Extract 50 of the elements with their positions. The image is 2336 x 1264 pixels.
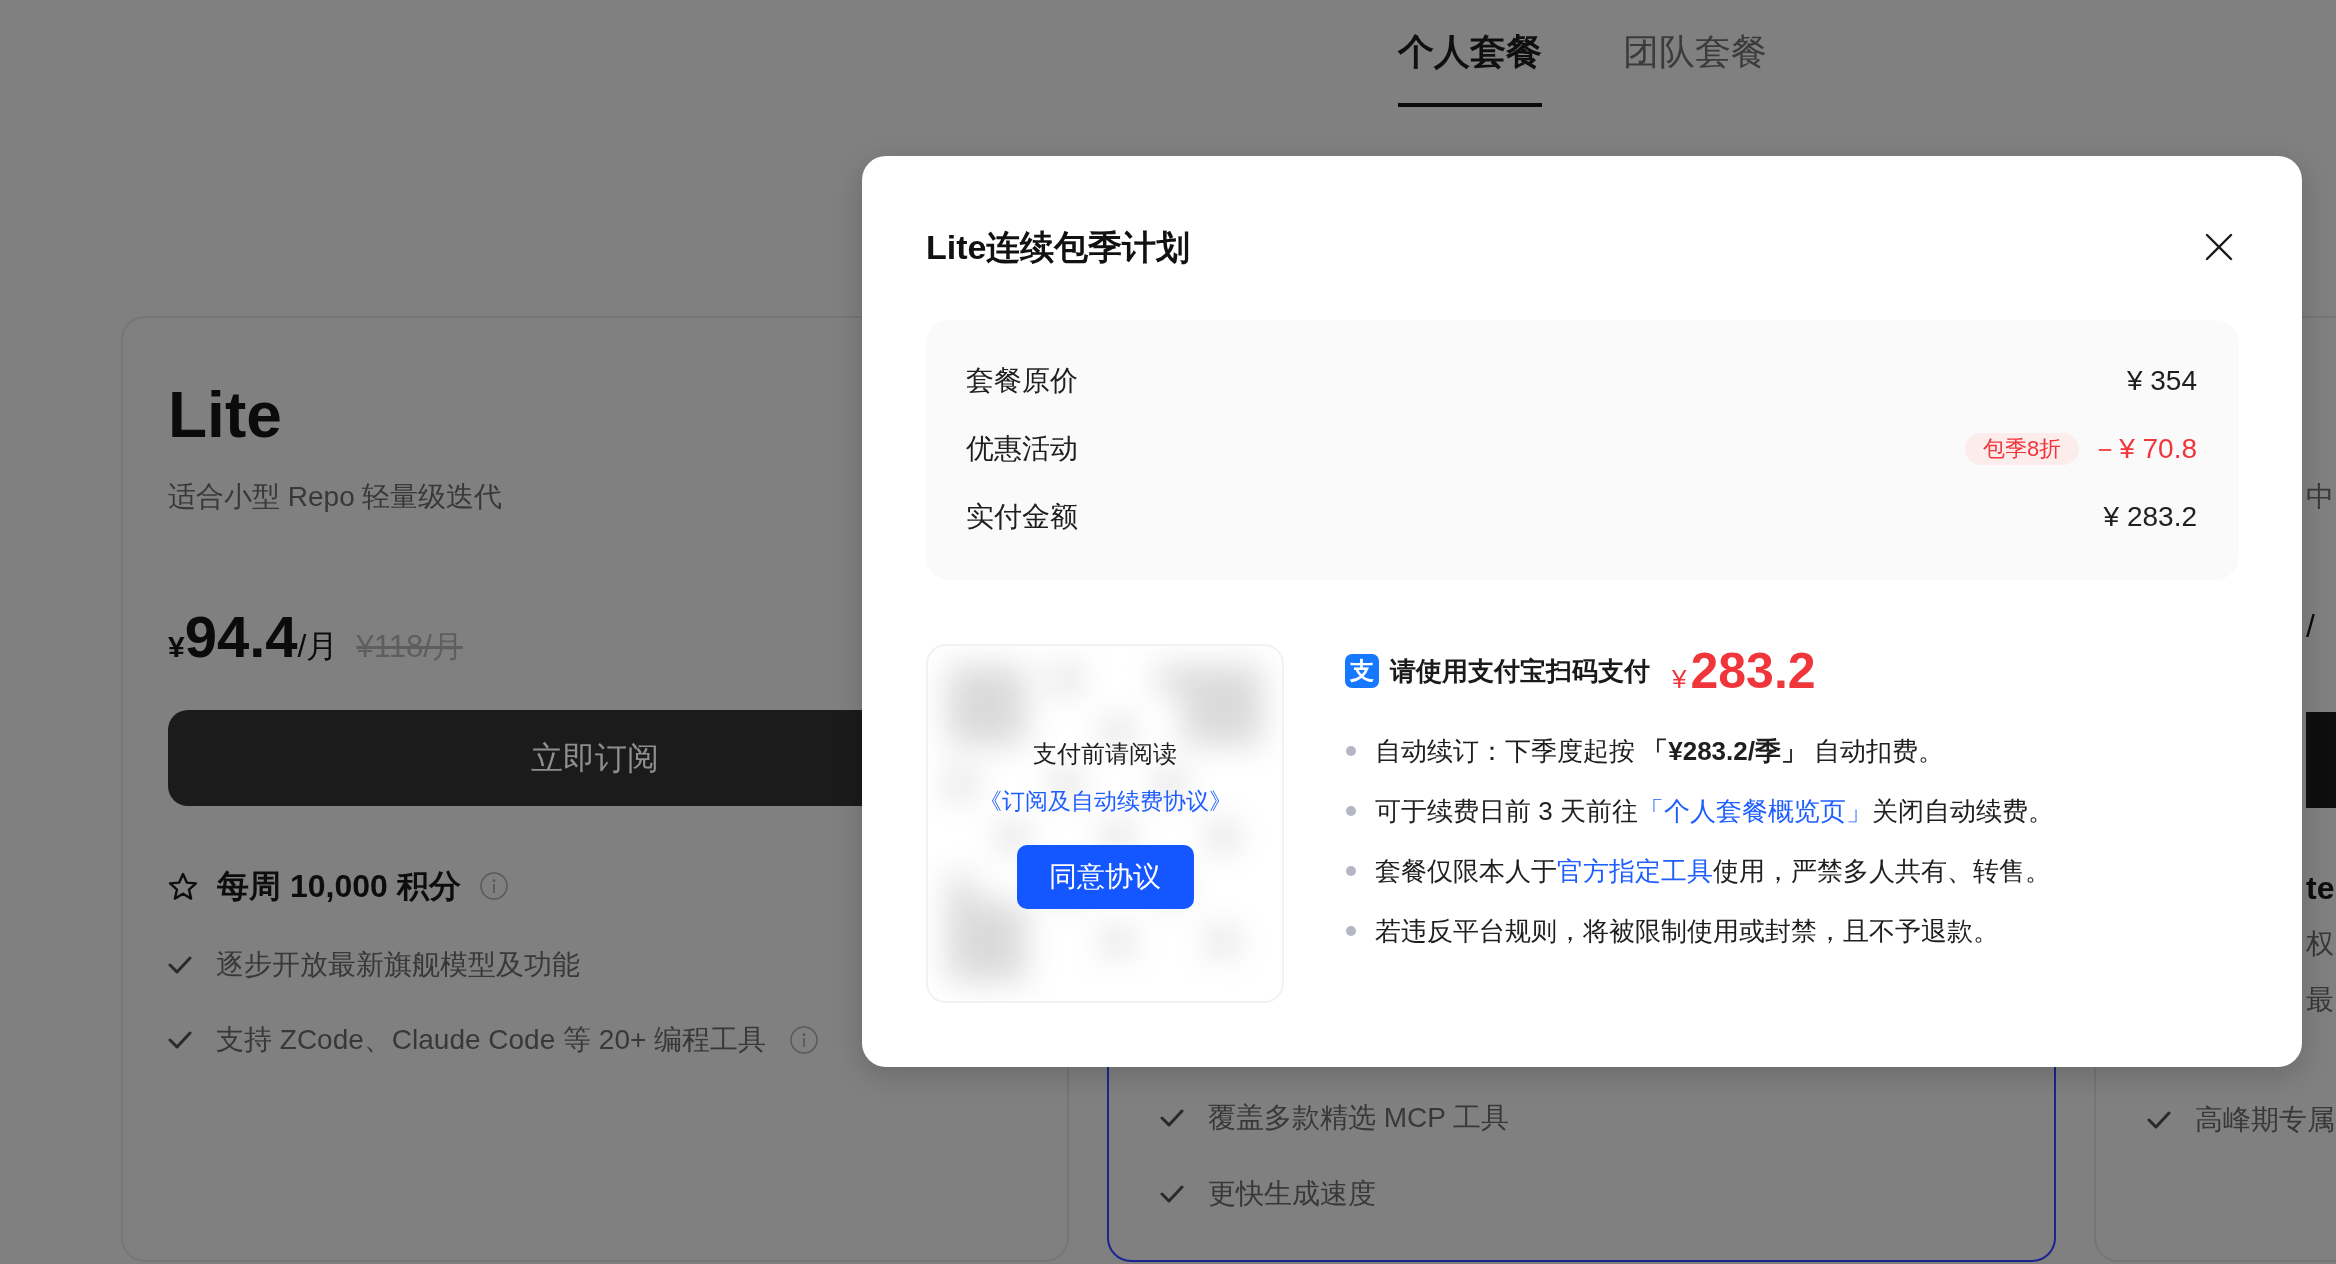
payment-instruction: 请使用支付宝扫码支付	[1390, 655, 1650, 688]
terms-link[interactable]: 「个人套餐概览页」	[1637, 796, 1872, 826]
payment-logo-icon: 支	[1345, 654, 1379, 688]
bullet-icon	[1346, 806, 1356, 816]
plan-name: Lite	[168, 383, 282, 447]
feature-text: 覆盖多款精选 MCP 工具	[1208, 1101, 1510, 1135]
discount-badge: 包季8折	[1964, 433, 2080, 465]
bullet-icon	[1346, 866, 1356, 876]
terms-item: 可于续费日前 3 天前往「个人套餐概览页」关闭自动续费。	[1375, 795, 2054, 828]
summary-value: －¥ 70.8	[2091, 432, 2197, 466]
feature-text: 权	[2306, 927, 2334, 961]
check-icon	[1160, 1109, 1184, 1127]
summary-label: 套餐原价	[966, 364, 1078, 398]
plan-subtitle: 适合小型 Repo 轻量级迭代	[168, 480, 503, 514]
feature-text: 更快生成速度	[1208, 1177, 1376, 1211]
info-icon[interactable]	[479, 872, 508, 900]
credits-text: 每周 10,000 积分	[217, 867, 461, 906]
agree-button[interactable]: 同意协议	[1016, 845, 1194, 909]
info-icon[interactable]	[790, 1026, 819, 1054]
payment-notice: 支付前请阅读	[1033, 739, 1177, 769]
price: /	[2306, 607, 2315, 646]
check-icon	[168, 1031, 192, 1049]
plan-subtitle: 中	[2306, 480, 2334, 514]
price: ¥94.4/月	[168, 608, 339, 666]
subscribe-button[interactable]	[2306, 712, 2336, 808]
tab[interactable]: 团队套餐	[1623, 30, 1767, 107]
bullet-icon	[1346, 746, 1356, 756]
terms-item: 若违反平台规则，将被限制使用或封禁，且不予退款。	[1375, 915, 1999, 948]
dialog-title: Lite连续包季计划	[926, 227, 1191, 268]
check-icon	[1160, 1185, 1184, 1203]
tab[interactable]: 个人套餐	[1398, 30, 1542, 107]
feature-text: 最	[2306, 983, 2334, 1017]
summary-label: 优惠活动	[966, 432, 1078, 466]
credits-text: te	[2306, 869, 2335, 908]
summary-value: ¥ 283.2	[2103, 500, 2197, 534]
check-icon	[168, 956, 192, 974]
terms-item: 自动续订：下季度起按 「¥283.2/季」 自动扣费。	[1375, 735, 1945, 768]
summary-value: ¥ 354	[2126, 364, 2197, 398]
check-icon	[2147, 1111, 2171, 1129]
terms-item: 套餐仅限本人于官方指定工具使用，严禁多人共有、转售。	[1375, 855, 2051, 888]
close-icon	[2205, 233, 2233, 261]
feature-text: 高峰期专属	[2195, 1103, 2335, 1137]
terms-link[interactable]: 官方指定工具	[1557, 856, 1713, 886]
payment-amount: ¥283.2	[1672, 646, 1816, 696]
feature-text: 支持 ZCode、Claude Code 等 20+ 编程工具	[216, 1023, 767, 1057]
feature-text: 逐步开放最新旗舰模型及功能	[216, 948, 580, 982]
bullet-icon	[1346, 926, 1356, 936]
close-button[interactable]	[2205, 233, 2233, 261]
summary-label: 实付金额	[966, 500, 1078, 534]
star-icon	[168, 871, 198, 901]
